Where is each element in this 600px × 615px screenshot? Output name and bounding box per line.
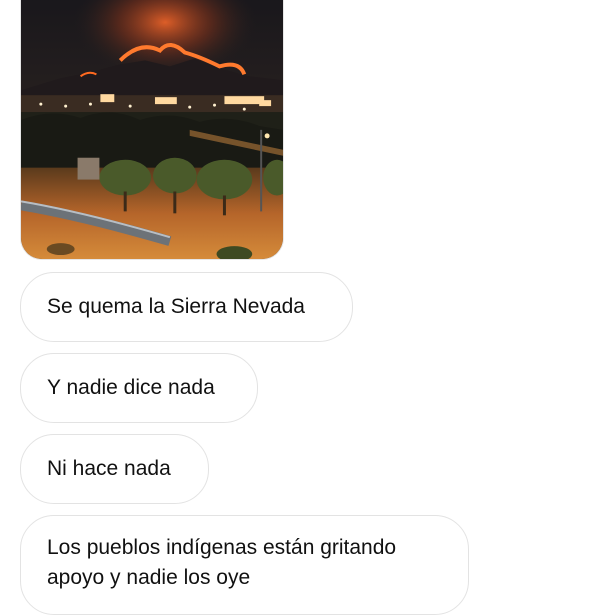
- chat-thread: Se quema la Sierra Nevada Y nadie dice n…: [0, 0, 600, 615]
- message-text: Ni hace nada: [47, 457, 171, 480]
- message-bubble[interactable]: Y nadie dice nada: [20, 353, 258, 423]
- message-text: Se quema la Sierra Nevada: [47, 295, 305, 318]
- message-bubble[interactable]: Ni hace nada: [20, 434, 209, 504]
- message-text: Y nadie dice nada: [47, 376, 215, 399]
- message-text: Los pueblos indígenas están gritando apo…: [47, 536, 397, 589]
- photo-message[interactable]: [20, 0, 284, 260]
- wildfire-photo: [21, 0, 283, 259]
- message-bubble[interactable]: Los pueblos indígenas están gritando apo…: [20, 515, 469, 615]
- message-bubble[interactable]: Se quema la Sierra Nevada: [20, 272, 353, 342]
